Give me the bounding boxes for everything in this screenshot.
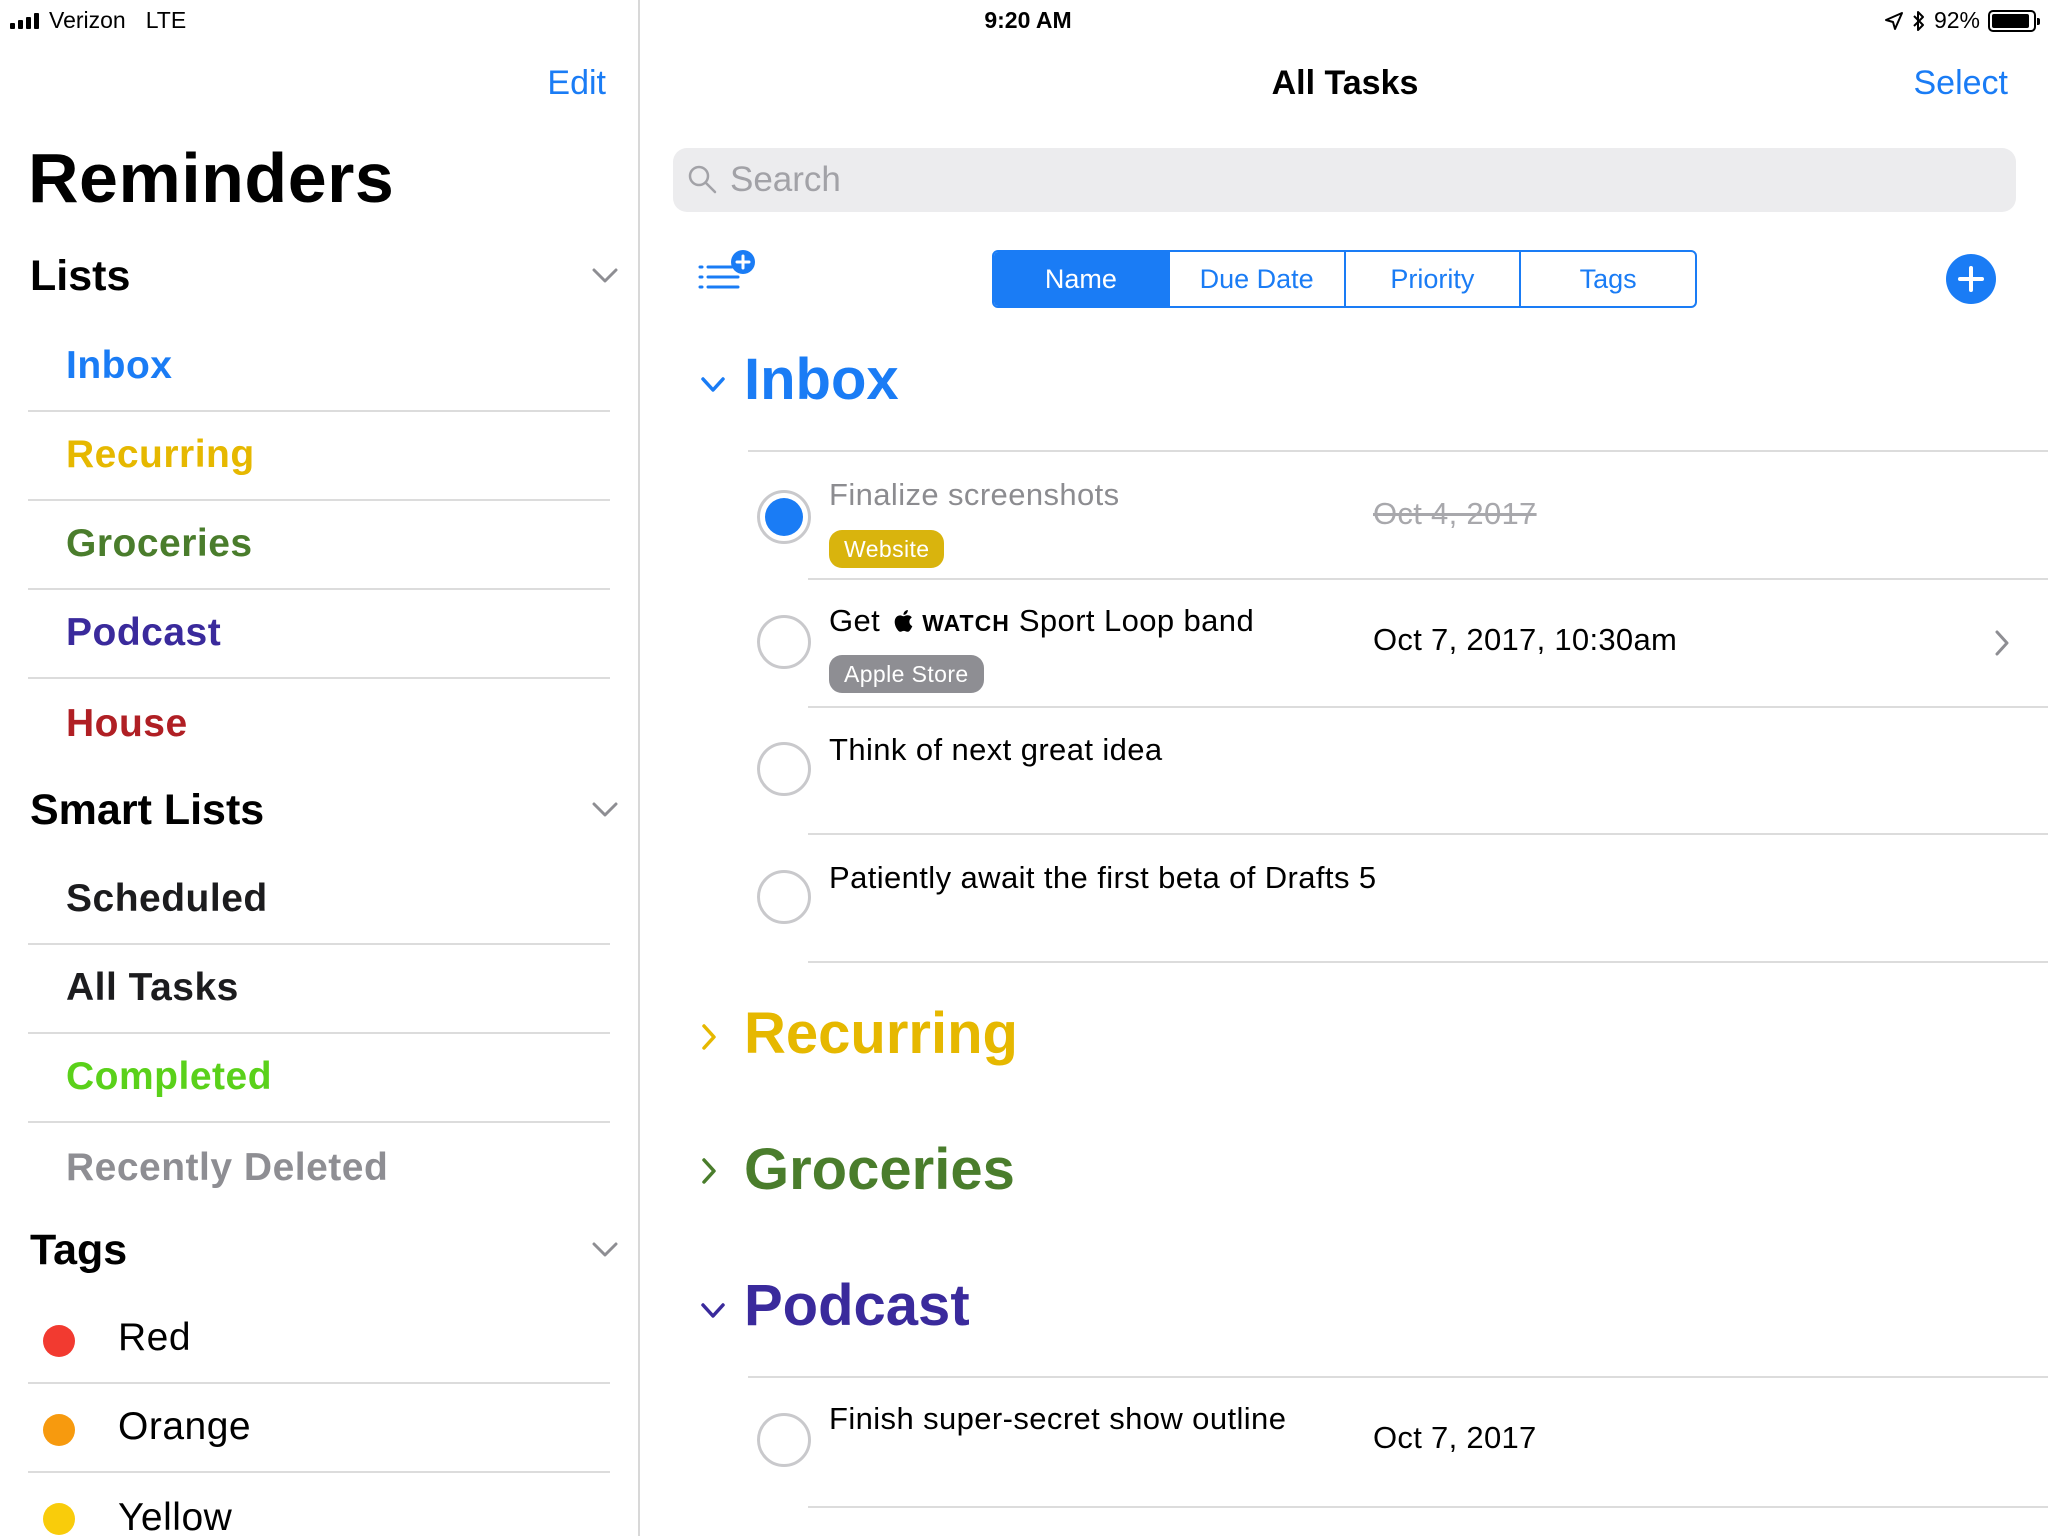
task-due-date: Oct 4, 2017 <box>1373 496 1537 531</box>
add-list-icon[interactable] <box>696 248 758 298</box>
task-row-next-great-idea[interactable]: Think of next great idea <box>757 732 2048 802</box>
select-button[interactable]: Select <box>1914 64 2009 103</box>
sort-option-name[interactable]: Name <box>994 252 1170 306</box>
divider <box>748 450 2048 452</box>
sidebar-tag-label: Yellow <box>118 1496 233 1536</box>
task-title: Get WATCH Sport Loop band <box>829 603 1254 639</box>
task-title: Patiently await the first beta of Drafts… <box>829 860 1377 895</box>
divider <box>808 833 2048 835</box>
sort-option-due-date[interactable]: Due Date <box>1170 252 1346 306</box>
task-tag-badge: Apple Store <box>829 655 984 693</box>
divider <box>808 1506 2048 1508</box>
task-checkbox[interactable] <box>757 870 811 924</box>
sidebar-item-scheduled[interactable]: Scheduled <box>28 856 610 945</box>
sidebar-item-recently-deleted[interactable]: Recently Deleted <box>28 1123 610 1212</box>
edit-button[interactable]: Edit <box>547 64 606 103</box>
sidebar-tag-label: Orange <box>118 1405 252 1448</box>
task-row-show-outline[interactable]: Finish super-secret show outline Oct 7, … <box>757 1401 2048 1493</box>
smart-lists-heading[interactable]: Smart Lists <box>30 786 264 835</box>
sidebar-item-label: Scheduled <box>66 877 268 920</box>
sidebar-item-house[interactable]: House <box>28 679 610 768</box>
task-row-get-watch-band[interactable]: Get WATCH Sport Loop band Apple Store Oc… <box>757 603 2048 705</box>
sidebar-item-label: Recurring <box>66 433 255 476</box>
task-due-date: Oct 7, 2017 <box>1373 1420 1537 1455</box>
divider <box>748 1376 2048 1378</box>
sidebar-item-label: Completed <box>66 1055 273 1098</box>
sidebar-item-label: Recently Deleted <box>66 1146 389 1189</box>
tags-collapse-chevron-icon[interactable] <box>592 1242 618 1258</box>
main-content: All Tasks Select Search Name Due Date Pr… <box>642 0 2048 1536</box>
task-row-finalize-screenshots[interactable]: Finalize screenshots Website Oct 4, 2017 <box>757 477 2048 580</box>
group-title: Podcast <box>744 1273 970 1338</box>
search-field[interactable]: Search <box>673 148 2016 212</box>
sidebar-item-podcast[interactable]: Podcast <box>28 590 610 679</box>
task-checkbox[interactable] <box>757 1413 811 1467</box>
expanded-chevron-icon <box>701 377 725 392</box>
sort-segmented-control: Name Due Date Priority Tags <box>992 250 1697 308</box>
smart-lists-collapse-chevron-icon[interactable] <box>592 802 618 818</box>
lists-heading[interactable]: Lists <box>30 252 130 301</box>
search-placeholder: Search <box>730 160 841 199</box>
sidebar-item-label: Podcast <box>66 611 222 654</box>
task-title: Finish super-secret show outline <box>829 1401 1287 1436</box>
tag-color-dot <box>43 1503 75 1535</box>
tag-color-dot <box>43 1325 75 1357</box>
tags-heading[interactable]: Tags <box>30 1226 127 1275</box>
sidebar-item-label: Inbox <box>66 344 173 387</box>
group-title: Recurring <box>744 1001 1018 1066</box>
divider <box>808 961 2048 963</box>
sidebar-item-all-tasks[interactable]: All Tasks <box>28 945 610 1034</box>
sidebar-tag-yellow[interactable]: Yellow <box>28 1473 610 1536</box>
page-title: All Tasks <box>1271 64 1419 102</box>
sidebar-item-label: Groceries <box>66 522 253 565</box>
task-row-drafts-beta[interactable]: Patiently await the first beta of Drafts… <box>757 860 2048 930</box>
sidebar-item-inbox[interactable]: Inbox <box>28 323 610 412</box>
task-title: Finalize screenshots <box>829 477 1120 512</box>
add-task-button[interactable] <box>1946 254 1996 304</box>
sidebar-tag-label: Red <box>118 1316 192 1359</box>
task-title-suffix: Sport Loop band <box>1018 603 1255 638</box>
completed-checkbox[interactable] <box>757 490 811 544</box>
app-title: Reminders <box>28 139 395 217</box>
divider <box>808 578 2048 580</box>
expanded-chevron-icon <box>701 1303 725 1318</box>
task-tag-badge: Website <box>829 530 945 568</box>
collapsed-chevron-icon <box>702 1158 716 1184</box>
sidebar-tag-red[interactable]: Red <box>28 1295 610 1384</box>
task-title-prefix: Get <box>829 603 881 638</box>
sidebar: Edit Reminders Lists Inbox Recurring Gro… <box>0 0 640 1536</box>
task-title: Think of next great idea <box>829 732 1163 767</box>
sidebar-item-label: All Tasks <box>66 966 239 1009</box>
task-title-watch: WATCH <box>922 610 1010 636</box>
sidebar-item-recurring[interactable]: Recurring <box>28 412 610 501</box>
sidebar-tag-orange[interactable]: Orange <box>28 1384 610 1473</box>
sort-option-priority[interactable]: Priority <box>1346 252 1522 306</box>
search-icon <box>688 165 717 194</box>
tag-color-dot <box>43 1414 75 1446</box>
sidebar-item-groceries[interactable]: Groceries <box>28 501 610 590</box>
task-checkbox[interactable] <box>757 615 811 669</box>
task-checkbox[interactable] <box>757 742 811 796</box>
group-title: Inbox <box>744 347 899 412</box>
divider <box>808 706 2048 708</box>
sort-option-tags[interactable]: Tags <box>1521 252 1695 306</box>
task-due-date: Oct 7, 2017, 10:30am <box>1373 622 1678 657</box>
group-title: Groceries <box>744 1137 1015 1202</box>
apple-logo-icon <box>894 610 913 632</box>
collapsed-chevron-icon <box>702 1024 716 1050</box>
sidebar-item-completed[interactable]: Completed <box>28 1034 610 1123</box>
lists-collapse-chevron-icon[interactable] <box>592 268 618 284</box>
sidebar-item-label: House <box>66 702 188 745</box>
disclosure-chevron-icon[interactable] <box>1994 629 2010 657</box>
